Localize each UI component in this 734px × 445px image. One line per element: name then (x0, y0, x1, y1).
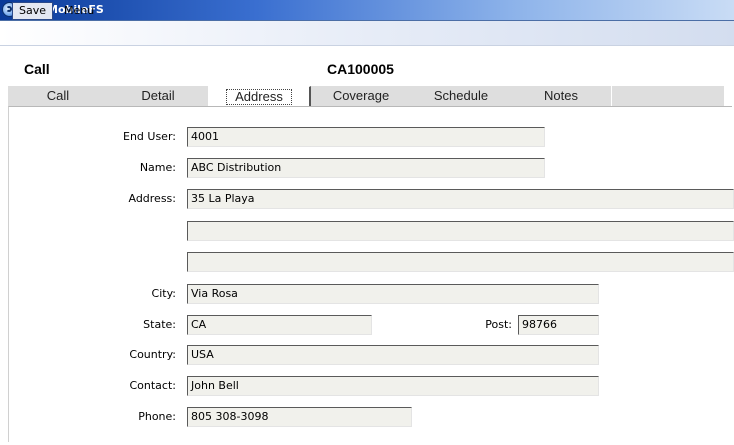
tab-strip-filler (612, 86, 724, 106)
menu-bar (0, 21, 734, 46)
record-type-label: Call (24, 61, 50, 77)
address-line3-field[interactable] (187, 252, 734, 272)
tab-label: Detail (141, 88, 175, 103)
name-label: Name: (139, 161, 176, 174)
state-label: State: (143, 318, 176, 331)
menu-button[interactable]: Menu (64, 2, 94, 20)
address-label: Address: (128, 192, 176, 205)
title-bar (0, 0, 734, 21)
end-user-field[interactable]: 4001 (187, 127, 545, 147)
contact-label: Contact: (129, 379, 176, 392)
tab-call[interactable]: Call (8, 86, 108, 106)
address-line2-field[interactable] (187, 221, 734, 241)
tab-strip: Call Detail Address Coverage Schedule No… (8, 86, 724, 106)
tab-label: Schedule (433, 88, 489, 103)
save-button[interactable]: Save (12, 2, 53, 20)
tab-label: Notes (544, 88, 578, 103)
country-field[interactable]: USA (187, 345, 599, 365)
post-label: Post: (485, 318, 512, 331)
tab-address[interactable]: Address (208, 86, 311, 106)
phone-field[interactable]: 805 308-3098 (187, 407, 412, 427)
city-label: City: (151, 287, 176, 300)
tab-notes[interactable]: Notes (511, 86, 611, 106)
country-label: Country: (129, 348, 176, 361)
address-line1-field[interactable]: 35 La Playa (187, 189, 734, 209)
tab-schedule[interactable]: Schedule (411, 86, 511, 106)
contact-field[interactable]: John Bell (187, 376, 599, 396)
tab-label: Address (226, 89, 292, 105)
name-field[interactable]: ABC Distribution (187, 158, 545, 178)
state-field[interactable]: CA (187, 315, 372, 335)
phone-label: Phone: (138, 410, 176, 423)
tab-coverage[interactable]: Coverage (311, 86, 411, 106)
end-user-label: End User: (123, 130, 176, 143)
record-id: CA100005 (327, 61, 394, 77)
tab-label: Call (46, 88, 70, 103)
city-field[interactable]: Via Rosa (187, 284, 599, 304)
tab-label: Coverage (332, 88, 390, 103)
post-field[interactable]: 98766 (518, 315, 599, 335)
tab-detail[interactable]: Detail (108, 86, 208, 106)
